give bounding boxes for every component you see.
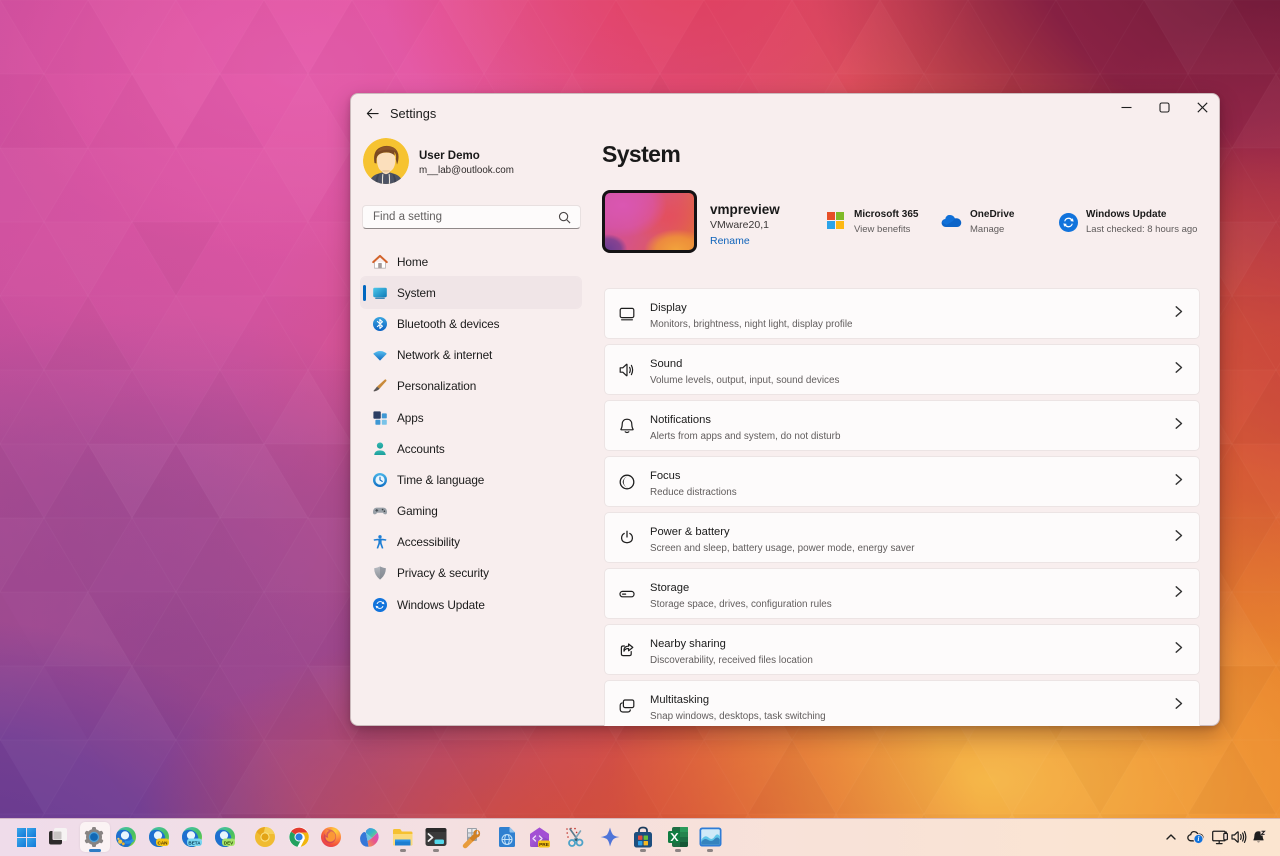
svg-text:DEV: DEV [223, 840, 233, 845]
svg-text:PRE: PRE [539, 842, 550, 848]
svg-text:BETA: BETA [188, 840, 201, 845]
svg-text:CAN: CAN [157, 840, 168, 845]
svg-text:i: i [1198, 836, 1200, 843]
